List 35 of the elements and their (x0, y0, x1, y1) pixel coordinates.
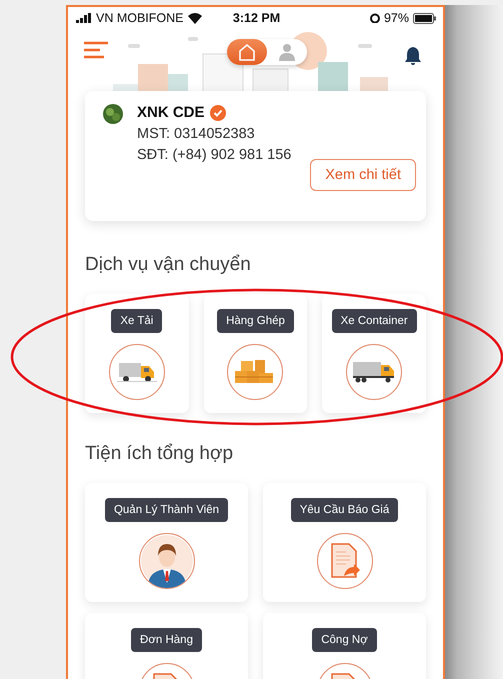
tile-label[interactable]: Xe Container (332, 309, 417, 333)
document-share-icon (330, 543, 360, 579)
person-icon (278, 43, 296, 61)
tile-label[interactable]: Hàng Ghép (217, 309, 294, 333)
utility-card[interactable]: Đơn Hàng (85, 613, 248, 679)
service-card[interactable]: Xe Container (322, 294, 426, 413)
tile-label[interactable]: Quản Lý Thành Viên (104, 498, 228, 522)
home-icon (238, 43, 256, 61)
tile-label[interactable]: Yêu Cầu Báo Giá (290, 498, 398, 522)
service-card[interactable]: Hàng Ghép (204, 294, 308, 413)
menu-icon[interactable] (84, 41, 108, 59)
phone-number: SĐT: (+84) 902 981 156 (137, 147, 292, 163)
details-button[interactable]: Xem chi tiết (310, 159, 416, 191)
tile-label[interactable]: Xe Tải (111, 309, 162, 333)
home-tab[interactable] (226, 39, 266, 65)
section-title: Tiện ích tổng hợp (85, 443, 234, 465)
tax-id: MST: 0314052383 (137, 126, 256, 142)
container-truck-icon (352, 360, 396, 384)
signal-icon (76, 13, 92, 23)
truck-icon (116, 360, 157, 384)
utility-card[interactable]: Công Nợ (263, 613, 426, 679)
battery-percent: 97% (384, 11, 409, 25)
carrier-name: VN MOBIFONE (96, 11, 184, 25)
alarm-icon (370, 13, 380, 23)
bell-icon[interactable] (405, 47, 421, 65)
section-title: Dịch vụ vận chuyển (85, 254, 252, 276)
wifi-icon (188, 12, 202, 24)
battery-icon (413, 12, 437, 24)
tile-label[interactable]: Công Nợ (312, 628, 377, 652)
clock-time: 3:12 PM (232, 11, 280, 25)
utility-card[interactable]: Yêu Cầu Báo Giá (263, 483, 426, 602)
tile-label[interactable]: Đơn Hàng (131, 628, 202, 652)
utility-card[interactable]: Quản Lý Thành Viên (85, 483, 248, 602)
service-card[interactable]: Xe Tải (85, 294, 189, 413)
company-name: XNK CDE (137, 104, 205, 121)
